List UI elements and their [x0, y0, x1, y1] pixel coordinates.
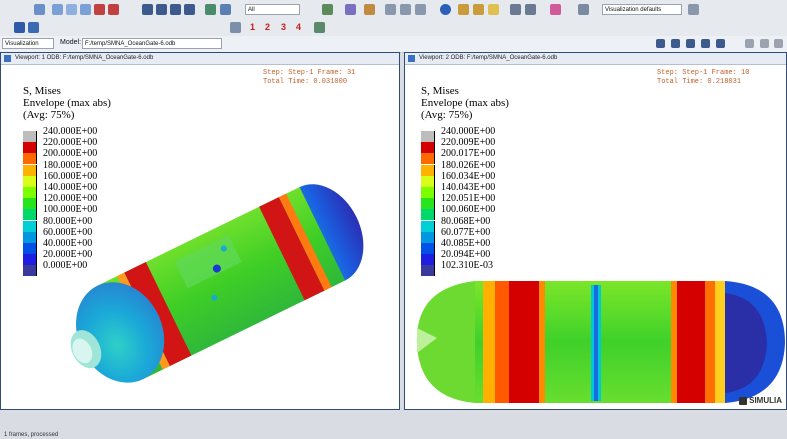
ctx-stop-icon[interactable]	[716, 39, 725, 48]
display-group-icon[interactable]	[322, 4, 333, 15]
ctx-window-icon[interactable]	[745, 39, 754, 48]
ctx-play-last-icon[interactable]	[701, 39, 710, 48]
undo-icon[interactable]	[510, 4, 521, 15]
light-icon[interactable]	[488, 4, 499, 15]
tank-model-3d[interactable]	[1, 53, 400, 410]
color-code-icon[interactable]	[345, 4, 356, 15]
view-defaults-select[interactable]: Visualization defaults	[602, 4, 682, 15]
arrow-annotation-icon[interactable]	[28, 22, 39, 33]
tank-model-section[interactable]	[405, 53, 787, 410]
zoom-box-icon[interactable]	[94, 4, 105, 15]
ctx-window2-icon[interactable]	[760, 39, 769, 48]
info-icon[interactable]	[440, 4, 451, 15]
magnify-icon[interactable]	[80, 4, 91, 15]
secondary-toolbar: 1 2 3 4	[0, 19, 787, 37]
mesh-icon[interactable]	[205, 4, 216, 15]
view-number-1[interactable]: 1	[250, 22, 255, 32]
settings-icon[interactable]	[578, 4, 589, 15]
shade-icon[interactable]	[473, 4, 484, 15]
view-iso-icon[interactable]	[220, 4, 231, 15]
status-text: 1 frames, processed	[4, 432, 59, 438]
ctx-window3-icon[interactable]	[774, 39, 783, 48]
fit-view-icon[interactable]	[108, 4, 119, 15]
brand-text: SIMULIA	[749, 396, 782, 405]
view-options-icon[interactable]	[688, 4, 699, 15]
ds-logo-icon	[738, 396, 747, 405]
viewport-2[interactable]: Viewport: 2 ODB: F:/temp/SMNA_OceanGate-…	[404, 52, 787, 410]
triad-icon[interactable]	[314, 22, 325, 33]
simulia-logo: SIMULIA	[738, 396, 782, 405]
select-icon[interactable]	[34, 4, 45, 15]
model-label: Model:	[60, 39, 82, 46]
ctx-play-first-icon[interactable]	[656, 39, 665, 48]
ctx-play-prev-icon[interactable]	[671, 39, 680, 48]
text-annotation-icon[interactable]	[14, 22, 25, 33]
cascade-icon[interactable]	[415, 4, 426, 15]
view-number-2[interactable]: 2	[265, 22, 270, 32]
render-icon[interactable]	[458, 4, 469, 15]
model-select[interactable]: F:/temp/SMNA_OceanGate-6.odb	[82, 38, 222, 49]
rotate-icon[interactable]	[66, 4, 77, 15]
viewport-1[interactable]: Viewport: 1 ODB: F:/temp/SMNA_OceanGate-…	[0, 52, 400, 410]
layers-icon[interactable]	[385, 4, 396, 15]
display-group-select[interactable]: All	[245, 4, 300, 15]
query-icon[interactable]	[364, 4, 375, 15]
ctx-play-next-icon[interactable]	[686, 39, 695, 48]
play-last-icon[interactable]	[184, 4, 195, 15]
redo-icon[interactable]	[525, 4, 536, 15]
main-toolbar: All Visualization defaults	[0, 0, 787, 20]
play-first-icon[interactable]	[142, 4, 153, 15]
cube-icon[interactable]	[230, 22, 241, 33]
pan-icon[interactable]	[52, 4, 63, 15]
palette-icon[interactable]	[550, 4, 561, 15]
context-bar: Visualization Model: F:/temp/SMNA_OceanG…	[0, 36, 787, 53]
message-area: 1 frames, processed	[0, 410, 787, 439]
view-number-3[interactable]: 3	[281, 22, 286, 32]
play-prev-icon[interactable]	[156, 4, 167, 15]
play-next-icon[interactable]	[170, 4, 181, 15]
view-number-4[interactable]: 4	[296, 22, 301, 32]
module-select[interactable]: Visualization	[2, 38, 54, 49]
copy-view-icon[interactable]	[400, 4, 411, 15]
